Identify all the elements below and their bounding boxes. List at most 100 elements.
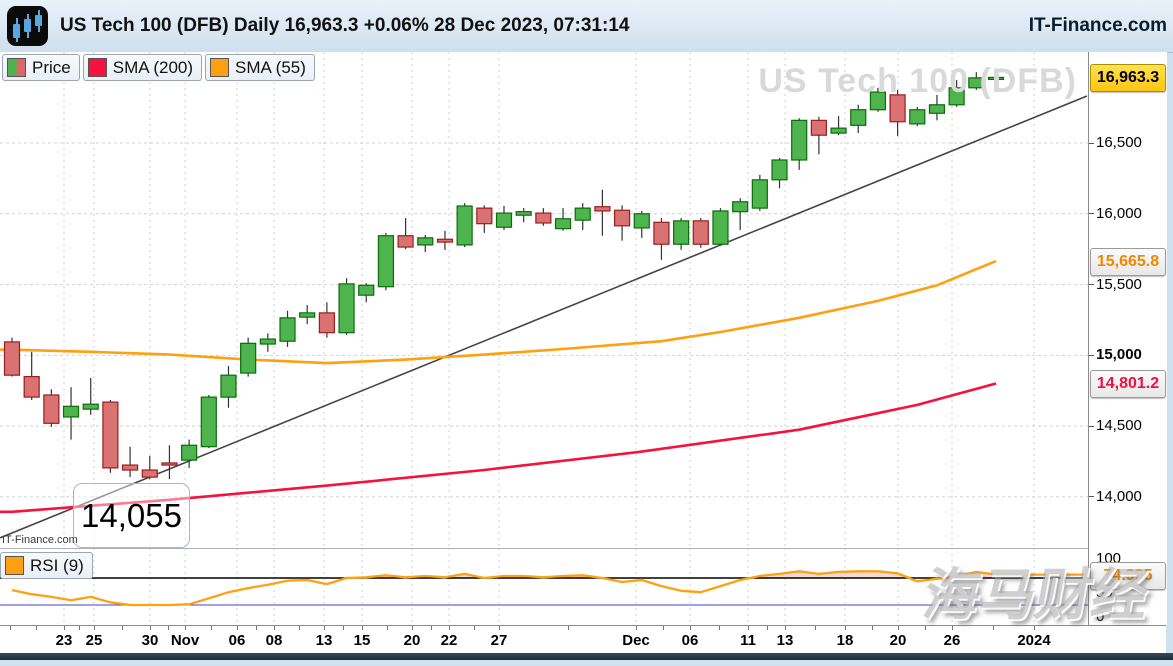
candle[interactable]	[44, 389, 59, 427]
date-minor-tick	[299, 626, 300, 630]
candle-body-up	[457, 206, 472, 245]
candle[interactable]	[713, 208, 728, 246]
date-axis[interactable]: 232530Nov06081315202227Dec06111318202620…	[0, 625, 1166, 654]
rsi-panel[interactable]	[0, 548, 1088, 625]
candle[interactable]	[378, 233, 393, 290]
candle[interactable]	[5, 338, 20, 377]
candle[interactable]	[693, 218, 708, 248]
trendline[interactable]	[0, 96, 1087, 538]
price-tick-label: 16,500	[1096, 134, 1142, 151]
rsi-value-badge[interactable]: 74.995	[1090, 562, 1166, 590]
candle-body-up	[418, 238, 433, 245]
candle-body-down	[24, 377, 39, 398]
chart-area[interactable]: US Tech 100 (DFB) Price SMA (200) SMA (5…	[0, 52, 1166, 653]
price-axis[interactable]: 16,50016,00015,50015,00014,50014,0001005…	[1088, 52, 1167, 625]
candle[interactable]	[831, 116, 846, 135]
price-panel[interactable]	[0, 52, 1088, 548]
candle[interactable]	[615, 205, 630, 240]
date-minor-tick	[815, 626, 816, 630]
candle[interactable]	[123, 447, 138, 477]
candle[interactable]	[64, 387, 79, 439]
last-price-badge[interactable]: 16,963.3	[1090, 64, 1166, 92]
candle[interactable]	[792, 118, 807, 170]
candle[interactable]	[241, 338, 256, 377]
date-tick	[237, 626, 238, 630]
candle[interactable]	[300, 305, 315, 324]
sma200-value-badge[interactable]: 14,801.2	[1090, 370, 1166, 398]
candle-body-up	[910, 110, 925, 124]
title-bar: US Tech 100 (DFB) Daily 16,963.3 +0.06% …	[0, 0, 1173, 53]
candle-body-down	[398, 236, 413, 247]
candle-body-down	[693, 221, 708, 244]
date-minor-tick	[168, 626, 169, 630]
date-minor-tick	[663, 626, 664, 630]
price-tick	[1089, 426, 1094, 427]
legend-sma55[interactable]: SMA (55)	[205, 54, 315, 81]
candle[interactable]	[654, 218, 669, 260]
candle[interactable]	[280, 311, 295, 347]
candle[interactable]	[772, 158, 787, 188]
date-tick	[1034, 626, 1035, 630]
candle[interactable]	[142, 456, 157, 479]
date-tick	[785, 626, 786, 630]
candle[interactable]	[556, 208, 571, 231]
candle[interactable]	[634, 211, 649, 238]
candle[interactable]	[83, 378, 98, 415]
legend-rsi[interactable]: RSI (9)	[0, 552, 93, 579]
date-minor-tick	[568, 626, 569, 630]
date-label: 06	[682, 632, 699, 649]
candle-body-up	[831, 128, 846, 133]
date-minor-tick	[474, 626, 475, 630]
candle[interactable]	[595, 190, 610, 236]
legend-sma200[interactable]: SMA (200)	[83, 54, 202, 81]
candle-body-down	[595, 207, 610, 211]
candle[interactable]	[674, 218, 689, 250]
candle[interactable]	[359, 283, 374, 302]
candle-body-up	[792, 120, 807, 160]
panel-divider[interactable]	[0, 548, 1088, 549]
candle[interactable]	[477, 205, 492, 233]
candle[interactable]	[260, 333, 275, 351]
candle[interactable]	[575, 203, 590, 230]
rsi-line[interactable]	[12, 571, 1086, 605]
candle[interactable]	[319, 302, 334, 337]
candle[interactable]	[811, 117, 826, 155]
date-label: 27	[491, 632, 508, 649]
candle[interactable]	[457, 203, 472, 247]
candle-body-down	[162, 463, 177, 465]
candle[interactable]	[103, 400, 118, 473]
candle[interactable]	[162, 445, 177, 479]
date-tick	[274, 626, 275, 630]
candle[interactable]	[910, 107, 925, 126]
candle[interactable]	[536, 208, 551, 226]
sma55-value-badge[interactable]: 15,665.8	[1090, 248, 1166, 276]
date-tick	[748, 626, 749, 630]
date-minor-tick	[122, 626, 123, 630]
date-label-major: Nov	[171, 632, 199, 649]
price-swatch-icon	[7, 58, 26, 77]
date-label-major: Dec	[622, 632, 650, 649]
date-minor-tick	[79, 626, 80, 630]
candle-body-up	[851, 110, 866, 126]
candle[interactable]	[221, 366, 236, 408]
candle-body-up	[516, 212, 531, 216]
candle[interactable]	[437, 231, 452, 250]
date-label: 18	[837, 632, 854, 649]
legend-price-label: Price	[32, 58, 71, 78]
candle[interactable]	[752, 175, 767, 211]
legend-price[interactable]: Price	[2, 54, 80, 81]
low-price-annotation[interactable]: 14,055	[73, 483, 190, 548]
price-tick	[1089, 496, 1094, 497]
candle[interactable]	[339, 278, 354, 335]
candle[interactable]	[418, 235, 433, 252]
price-tick	[1089, 213, 1094, 214]
candle[interactable]	[516, 208, 531, 222]
candle[interactable]	[398, 218, 413, 249]
candle[interactable]	[851, 105, 866, 133]
sma55-line[interactable]	[0, 261, 996, 363]
candle[interactable]	[24, 352, 39, 400]
brand-link[interactable]: IT-Finance.com	[1029, 15, 1167, 37]
candle[interactable]	[201, 395, 216, 448]
candle-body-up	[83, 404, 98, 409]
date-tick	[449, 626, 450, 630]
